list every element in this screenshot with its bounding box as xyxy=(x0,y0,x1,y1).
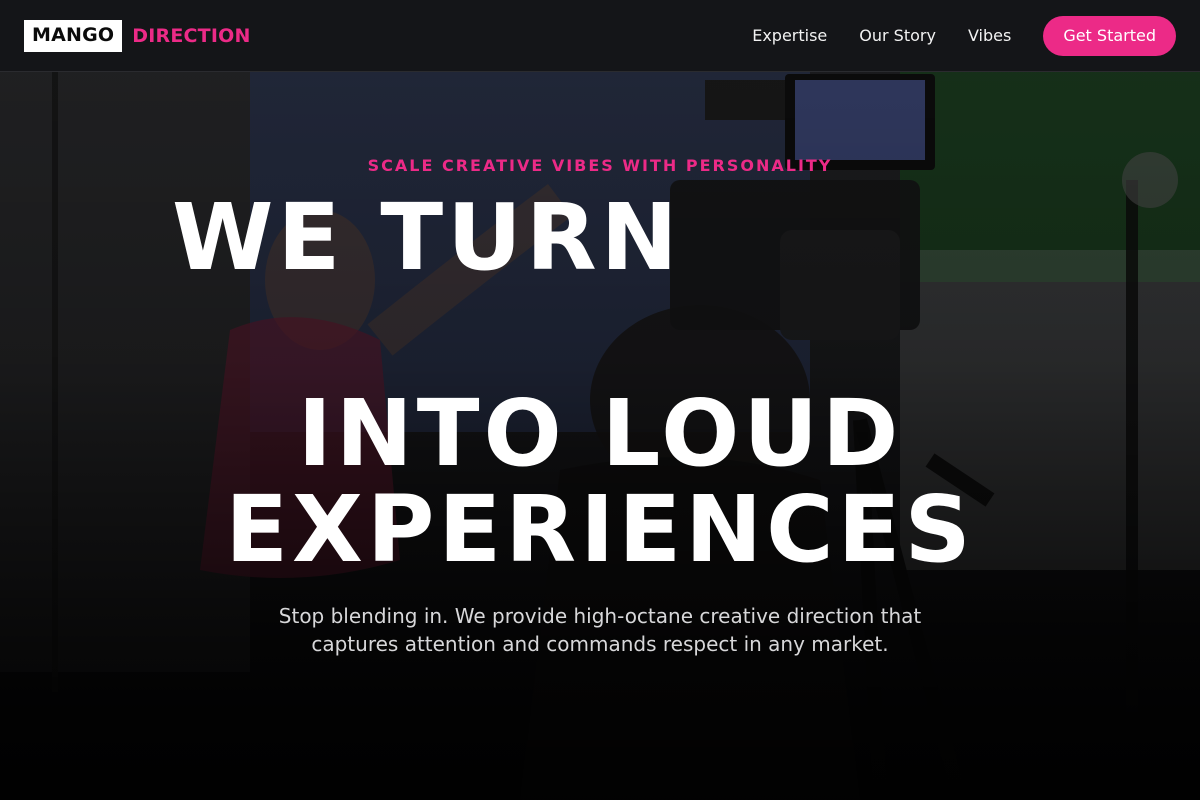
logo-primary-text: MANGO xyxy=(24,19,123,52)
hero-eyebrow: SCALE CREATIVE VIBES WITH PERSONALITY xyxy=(367,156,833,175)
headline-line-3: EXPERIENCES xyxy=(225,476,975,583)
headline-line-1: WE TURN xyxy=(172,184,682,291)
main-nav: Expertise Our Story Vibes Get Started xyxy=(752,15,1176,56)
hero-subtext: Stop blending in. We provide high-octane… xyxy=(278,604,922,656)
site-header: MANGO DIRECTION Expertise Our Story Vibe… xyxy=(0,0,1200,72)
nav-link-our-story[interactable]: Our Story xyxy=(859,26,936,45)
nav-link-expertise[interactable]: Expertise xyxy=(752,26,827,45)
headline-line-2: INTO LOUD xyxy=(297,380,903,487)
nav-link-vibes[interactable]: Vibes xyxy=(968,26,1011,45)
logo-secondary-text: DIRECTION xyxy=(132,24,251,47)
get-started-button[interactable]: Get Started xyxy=(1043,15,1176,56)
brand-logo[interactable]: MANGO DIRECTION xyxy=(24,19,251,52)
